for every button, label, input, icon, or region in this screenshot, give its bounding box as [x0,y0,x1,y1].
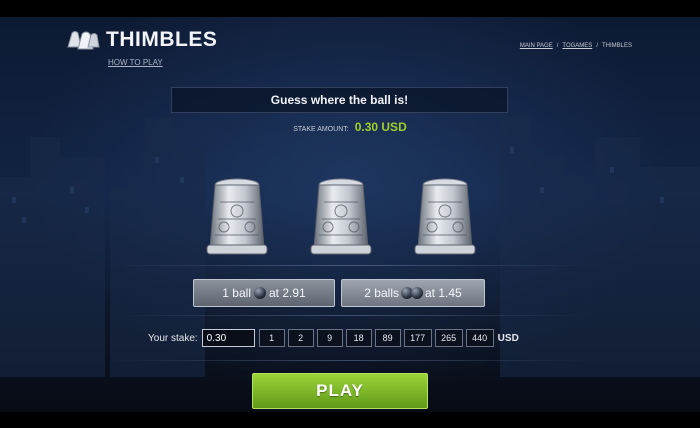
thimble-right[interactable] [408,177,482,262]
two-balls-odds: at 1.45 [424,286,462,300]
one-ball-bet-button[interactable]: 1 ball at 2.91 [193,279,335,307]
how-to-play-link[interactable]: HOW TO PLAY [108,58,163,67]
breadcrumb-item-togames[interactable]: TOGAMES [562,43,592,49]
stake-chip-1[interactable]: 1 [258,329,285,347]
breadcrumb-separator: / [556,43,559,49]
stake-chip-18[interactable]: 18 [345,329,372,347]
stake-chip-9[interactable]: 9 [316,329,343,347]
breadcrumb-item-current: THIMBLES [601,43,632,49]
game-prompt-banner: Guess where the ball is! [171,87,508,113]
stake-chip-177[interactable]: 177 [403,329,432,347]
stake-chip-89[interactable]: 89 [374,329,401,347]
one-ball-label: 1 ball [222,286,251,300]
ball-icon [410,287,423,299]
stake-amount-display: STAKE AMOUNT: 0.30 USD [0,120,700,134]
thimbles-logo-icon [67,31,100,50]
divider [110,360,590,361]
thimble-center[interactable] [304,177,378,262]
top-letterbox [0,0,700,17]
divider [110,265,590,266]
breadcrumb-item-main-page[interactable]: MAIN PAGE [520,43,553,49]
game-stage: THIMBLES HOW TO PLAY MAIN PAGE / TOGAMES… [0,17,700,412]
app-logo[interactable]: THIMBLES [66,27,217,53]
stake-label: Your stake: [148,332,198,344]
stake-input[interactable] [201,329,255,347]
stake-currency: USD [497,332,519,344]
stake-amount-value: 0.30 USD [354,120,407,134]
game-prompt-text: Guess where the ball is! [270,93,409,107]
two-balls-bet-button[interactable]: 2 balls at 1.45 [341,279,485,307]
stake-chip-2[interactable]: 2 [287,329,314,347]
two-balls-icon [400,287,423,299]
one-ball-odds: at 2.91 [268,286,306,300]
breadcrumb: MAIN PAGE / TOGAMES / THIMBLES [520,43,632,49]
stake-row: Your stake: 1 2 9 18 89 177 265 440 USD [148,329,519,347]
play-button[interactable]: PLAY [252,373,428,409]
stake-amount-label: STAKE AMOUNT: [293,126,349,133]
stake-chip-440[interactable]: 440 [465,329,494,347]
app-title: THIMBLES [106,28,218,51]
breadcrumb-separator: / [596,43,598,49]
thimble-left[interactable] [200,177,274,262]
divider [110,315,590,316]
stake-chip-265[interactable]: 265 [434,329,463,347]
bottom-letterbox [0,412,700,428]
ball-icon [253,287,266,299]
two-balls-label: 2 balls [364,286,399,300]
